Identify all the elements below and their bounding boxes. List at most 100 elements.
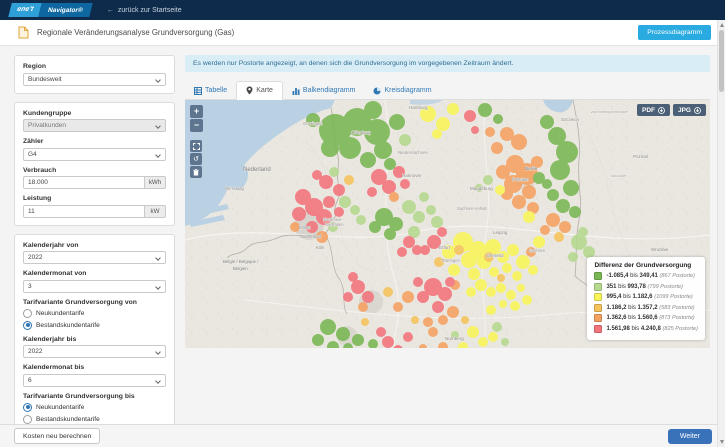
chevron-down-icon — [155, 255, 161, 261]
radio-group-bis: Neukundentarife Bestandskundentarife — [23, 403, 166, 424]
region-select[interactable]: Bundesweit — [23, 73, 166, 86]
scroll-up-arrow-icon[interactable] — [720, 23, 724, 27]
enet-navigator-logo[interactable]: ene't Navigator® — [8, 3, 92, 17]
map-legend-rows: -1.085,4 bis 349,41 (867 Postorte)351 bi… — [594, 272, 698, 333]
verbrauch-input[interactable] — [23, 176, 144, 189]
radio-icon[interactable] — [23, 415, 32, 424]
kalendermonat-von-label: Kalendermonat von — [23, 270, 166, 277]
svg-text:Westfalen: Westfalen — [325, 222, 344, 227]
legend-color-swatch — [594, 304, 602, 312]
legend-range-text: 1.186,2 bis 1.357,2 (583 Postorte) — [606, 305, 694, 311]
legend-row: -1.085,4 bis 349,41 (867 Postorte) — [594, 272, 698, 280]
radio-option[interactable]: Neukundentarife — [23, 309, 166, 318]
zaehler-select[interactable]: G4 — [23, 148, 166, 161]
svg-text:Hannover: Hannover — [402, 173, 422, 178]
radio-icon[interactable] — [23, 403, 32, 412]
download-icon — [658, 107, 665, 114]
bar-chart-icon — [292, 87, 300, 95]
chevron-down-icon — [155, 284, 161, 290]
map-marker-icon — [246, 86, 253, 95]
legend-color-swatch — [594, 293, 602, 301]
map-export-buttons: PDF JPG — [637, 104, 706, 116]
svg-text:Köln: Köln — [316, 245, 325, 250]
consumption-card: Kundengruppe Privatkunden Zähler G4 Verb… — [14, 102, 175, 226]
back-arrow-icon: ← — [107, 7, 114, 14]
zoom-out-button[interactable]: − — [190, 119, 203, 132]
radio-option[interactable]: Bestandskundentarife — [23, 321, 166, 330]
svg-text:Oldenburg: Oldenburg — [351, 130, 371, 135]
next-button[interactable]: Weiter — [668, 429, 712, 444]
svg-text:Nürnberg: Nürnberg — [445, 336, 464, 341]
tab-label: Tabelle — [205, 87, 227, 94]
tab-karte[interactable]: Karte — [236, 81, 283, 100]
svg-text:Groningen: Groningen — [303, 121, 323, 126]
reset-icon: ↺ — [193, 155, 199, 163]
svg-text:Berlin: Berlin — [525, 166, 538, 172]
kalendermonat-bis-select[interactable]: 6 — [23, 374, 166, 387]
svg-text:Poznań: Poznań — [633, 154, 649, 159]
kalendermonat-von-value: 3 — [28, 283, 32, 290]
svg-text:Nederland: Nederland — [243, 167, 271, 173]
tab-label: Balkendiagramm — [303, 87, 356, 94]
svg-text:Essen: Essen — [299, 225, 311, 230]
svg-text:Niedersachsen: Niedersachsen — [398, 150, 429, 155]
kundengruppe-select[interactable]: Privatkunden — [23, 119, 166, 132]
chevron-down-icon — [155, 152, 161, 158]
svg-text:Magdeburg: Magdeburg — [470, 186, 493, 191]
kalenderjahr-von-select[interactable]: 2022 — [23, 251, 166, 264]
kalenderjahr-von-label: Kalenderjahr von — [23, 242, 166, 249]
scroll-down-arrow-icon[interactable] — [720, 440, 724, 444]
svg-text:Den Haag: Den Haag — [225, 186, 245, 191]
fullscreen-button[interactable] — [190, 140, 202, 152]
region-value: Bundesweit — [28, 76, 62, 83]
verbrauch-label: Verbrauch — [23, 167, 166, 174]
leistung-input[interactable] — [23, 205, 144, 218]
legend-row: 1.362,6 bis 1.560,6 (873 Postorte) — [594, 314, 698, 322]
radio-icon[interactable] — [23, 309, 32, 318]
timerange-card: Kalenderjahr von 2022 Kalendermonat von … — [14, 234, 175, 435]
export-jpg-label: JPG — [678, 107, 691, 114]
leistung-unit: kW — [144, 205, 166, 218]
svg-text:Chemnitz: Chemnitz — [486, 253, 504, 258]
legend-range-text: -1.085,4 bis 349,41 (867 Postorte) — [606, 273, 695, 279]
legend-color-swatch — [594, 283, 602, 291]
download-icon — [694, 107, 701, 114]
chevron-down-icon — [155, 349, 161, 355]
tab-tabelle[interactable]: Tabelle — [185, 81, 236, 100]
clear-selection-button[interactable] — [190, 166, 202, 178]
scrollbar-thumb[interactable] — [719, 30, 724, 92]
export-pdf-label: PDF — [642, 107, 655, 114]
tab-kreisdiagramm[interactable]: Kreisdiagramm — [364, 81, 440, 100]
kundengruppe-label: Kundengruppe — [23, 110, 166, 117]
reset-view-button[interactable]: ↺ — [190, 153, 202, 165]
pie-chart-icon — [373, 87, 381, 95]
back-to-home-link[interactable]: ← zurück zur Startseite — [107, 7, 182, 14]
radio-label: Neukundentarife — [36, 404, 84, 411]
main-content: Es werden nur Postorte angezeigt, an den… — [185, 55, 710, 348]
legend-color-swatch — [594, 325, 602, 333]
germany-choropleth-map[interactable]: NederlandDen HaagGroningenOldenburgHambu… — [185, 100, 710, 348]
chevron-down-icon — [155, 378, 161, 384]
region-label: Region — [23, 63, 166, 70]
legend-range-text: 1.561,98 bis 4.240,8 (825 Postorte) — [606, 326, 698, 332]
kalenderjahr-bis-select[interactable]: 2022 — [23, 345, 166, 358]
radio-option[interactable]: Bestandskundentarife — [23, 415, 166, 424]
kalendermonat-von-select[interactable]: 3 — [23, 280, 166, 293]
tab-balkendiagramm[interactable]: Balkendiagramm — [283, 81, 365, 100]
radio-label: Neukundentarife — [36, 310, 84, 317]
verbrauch-unit: kWh — [144, 176, 166, 189]
recalculate-button[interactable]: Kosten neu berechnen — [14, 428, 100, 444]
chevron-down-icon — [155, 123, 161, 129]
vertical-scrollbar[interactable] — [717, 20, 725, 447]
svg-text:Szczecin: Szczecin — [561, 117, 580, 122]
export-jpg-button[interactable]: JPG — [673, 104, 706, 116]
svg-text:Thüringen: Thüringen — [441, 258, 461, 263]
svg-text:Erfurt: Erfurt — [439, 245, 451, 250]
process-diagram-button[interactable]: Prozessdiagramm — [638, 25, 711, 40]
zoom-in-button[interactable]: + — [190, 105, 203, 118]
radio-icon[interactable] — [23, 321, 32, 330]
legend-color-swatch — [594, 314, 602, 322]
radio-option[interactable]: Neukundentarife — [23, 403, 166, 412]
page-header: Regionale Veränderungsanalyse Grundverso… — [0, 20, 725, 46]
export-pdf-button[interactable]: PDF — [637, 104, 670, 116]
